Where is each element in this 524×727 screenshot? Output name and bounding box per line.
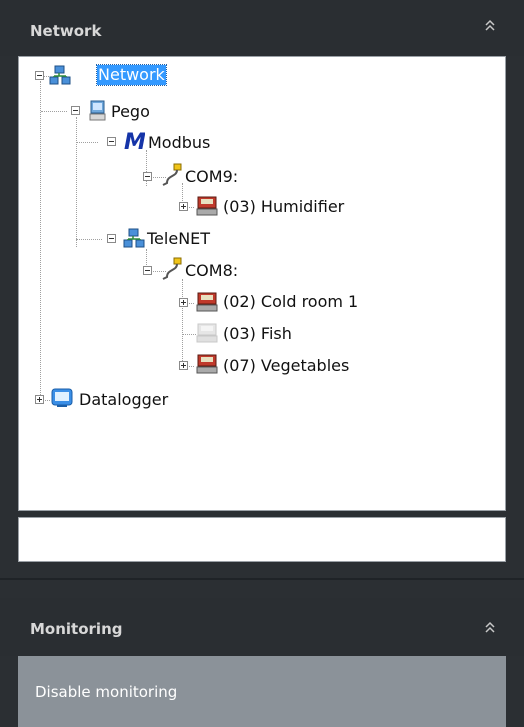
double-chevron-up-icon[interactable] (482, 16, 498, 36)
device-controller-icon (196, 195, 218, 217)
svg-text:M: M (124, 130, 145, 153)
network-panel-header[interactable]: Network (0, 0, 524, 56)
tree-node-label: (03) Humidifier (223, 197, 345, 216)
collapse-toggle[interactable] (35, 71, 44, 80)
collapse-toggle[interactable] (143, 172, 152, 181)
collapse-toggle[interactable] (71, 106, 80, 115)
serial-cable-icon (161, 163, 183, 186)
tree-node-label: TeleNET (147, 229, 211, 248)
disable-monitoring-label: Disable monitoring (35, 683, 178, 701)
network-icon (49, 65, 71, 87)
tree-node-label: Network (96, 64, 167, 86)
tree-node-label: Pego (111, 102, 150, 121)
computer-icon (87, 100, 109, 122)
tree-node-label: COM9: (185, 167, 239, 186)
expand-toggle[interactable] (179, 202, 188, 211)
disable-monitoring-button[interactable]: Disable monitoring (18, 656, 506, 727)
tree-node-label: COM8: (185, 261, 239, 280)
collapse-toggle[interactable] (107, 234, 116, 243)
tree-node-label: (02) Cold room 1 (223, 292, 359, 311)
datalogger-icon (51, 387, 73, 409)
tree-node-label: Datalogger (79, 390, 169, 409)
collapse-toggle[interactable] (107, 137, 116, 146)
monitoring-panel-header[interactable]: Monitoring (0, 598, 524, 656)
expand-toggle[interactable] (179, 361, 188, 370)
tree-filter-input[interactable] (18, 517, 506, 562)
tree-node-label: (07) Vegetables (223, 356, 350, 375)
expand-toggle[interactable] (35, 395, 44, 404)
network-panel-title: Network (30, 22, 102, 40)
serial-cable-icon (161, 257, 183, 280)
modbus-m-icon: M (123, 129, 146, 155)
tree-node-label: Modbus (148, 133, 211, 152)
panel-divider (0, 578, 524, 580)
tree-node-label: (03) Fish (223, 324, 292, 343)
network-icon (123, 228, 145, 250)
device-controller-icon (196, 291, 218, 313)
double-chevron-up-icon[interactable] (482, 618, 498, 638)
device-controller-icon (196, 353, 218, 375)
device-controller-disabled-icon (196, 322, 218, 344)
collapse-toggle[interactable] (143, 266, 152, 275)
expand-toggle[interactable] (179, 298, 188, 307)
monitoring-panel-title: Monitoring (30, 620, 123, 638)
network-tree[interactable]: Network Pego M Modbus COM9: (03) Humidif… (18, 56, 506, 511)
